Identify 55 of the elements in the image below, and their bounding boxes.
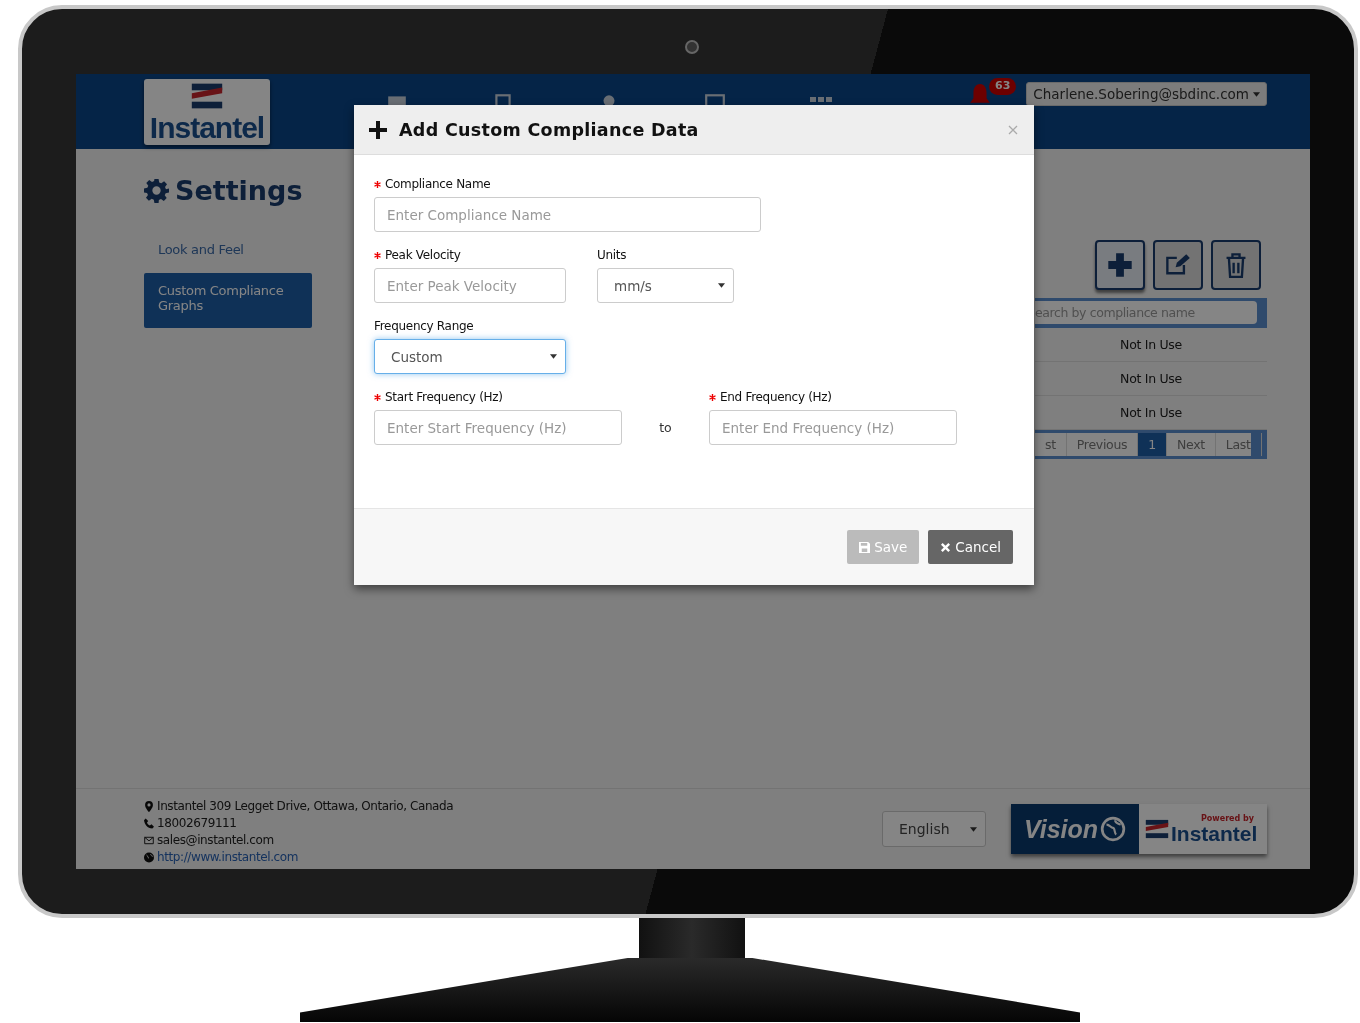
status-text: Not In Use [1120,337,1182,352]
phone-icon [144,818,154,829]
language-select[interactable]: English [882,811,986,847]
gear-icon [144,178,169,203]
plus-icon [368,119,388,140]
brand-text: Vision [1023,814,1099,844]
start-frequency-field[interactable]: Enter Start Frequency (Hz) [374,410,622,445]
close-icon [1008,124,1018,135]
range-separator: to [658,420,673,437]
field-label: Start Frequency (Hz) [385,390,503,404]
webcam-icon [685,40,699,54]
envelope-icon [144,835,154,846]
website-link[interactable]: http://www.instantel.com [157,849,299,866]
page-link[interactable]: st [1035,433,1067,456]
map-pin-icon [144,801,154,812]
brand-text: Instantel [1171,822,1258,845]
field-label: Frequency Range [374,319,474,333]
powered-by-text: Powered by [1200,813,1255,823]
page-link[interactable]: Last [1215,433,1262,456]
field-label: Peak Velocity [385,248,461,262]
caret-icon [970,826,977,832]
edit-button[interactable] [1153,240,1203,290]
page-link[interactable]: 1 [1138,433,1167,456]
save-icon [859,541,871,553]
address-text: Instantel 309 Legget Drive, Ottawa, Ontario, Canada [157,798,454,815]
field-label: Compliance Name [385,177,491,191]
field-label: End Frequency (Hz) [720,390,832,404]
notification-count: 63 [989,78,1017,95]
user-menu-button[interactable]: Charlene.Sobering@sbdinc.com [1026,82,1267,106]
sidebar-item[interactable]: Custom Compliance Graphs [144,273,312,328]
caret-icon [550,354,557,359]
email-text: sales@instantel.com [157,832,274,849]
cancel-button[interactable]: Cancel [928,530,1013,564]
close-icon [940,541,952,553]
add-button[interactable] [1095,240,1145,290]
status-text: Not In Use [1120,371,1182,386]
globe-icon [144,852,154,863]
page-link[interactable]: Next [1166,433,1216,456]
field-label: Units [597,248,627,262]
plus-icon [1107,252,1133,278]
caret-icon [1253,91,1260,97]
caret-icon [718,283,725,288]
end-frequency-field[interactable]: Enter End Frequency (Hz) [709,410,957,445]
frequency-range-select[interactable]: Custom [374,339,566,374]
units-select[interactable]: mm/s [597,268,734,303]
logo-text: Instantel [149,111,265,145]
peak-velocity-field[interactable]: Enter Peak Velocity [374,268,566,303]
page-title: Settings [175,175,303,206]
modal-title: Add Custom Compliance Data [399,119,699,140]
status-text: Not In Use [1120,405,1182,420]
sidebar-item[interactable]: Look and Feel [144,236,312,263]
logo-stripes-icon [1143,817,1171,841]
compliance-name-field[interactable]: Enter Compliance Name [374,197,761,232]
phone-text: 18002679111 [157,815,237,832]
delete-button[interactable] [1211,240,1261,290]
